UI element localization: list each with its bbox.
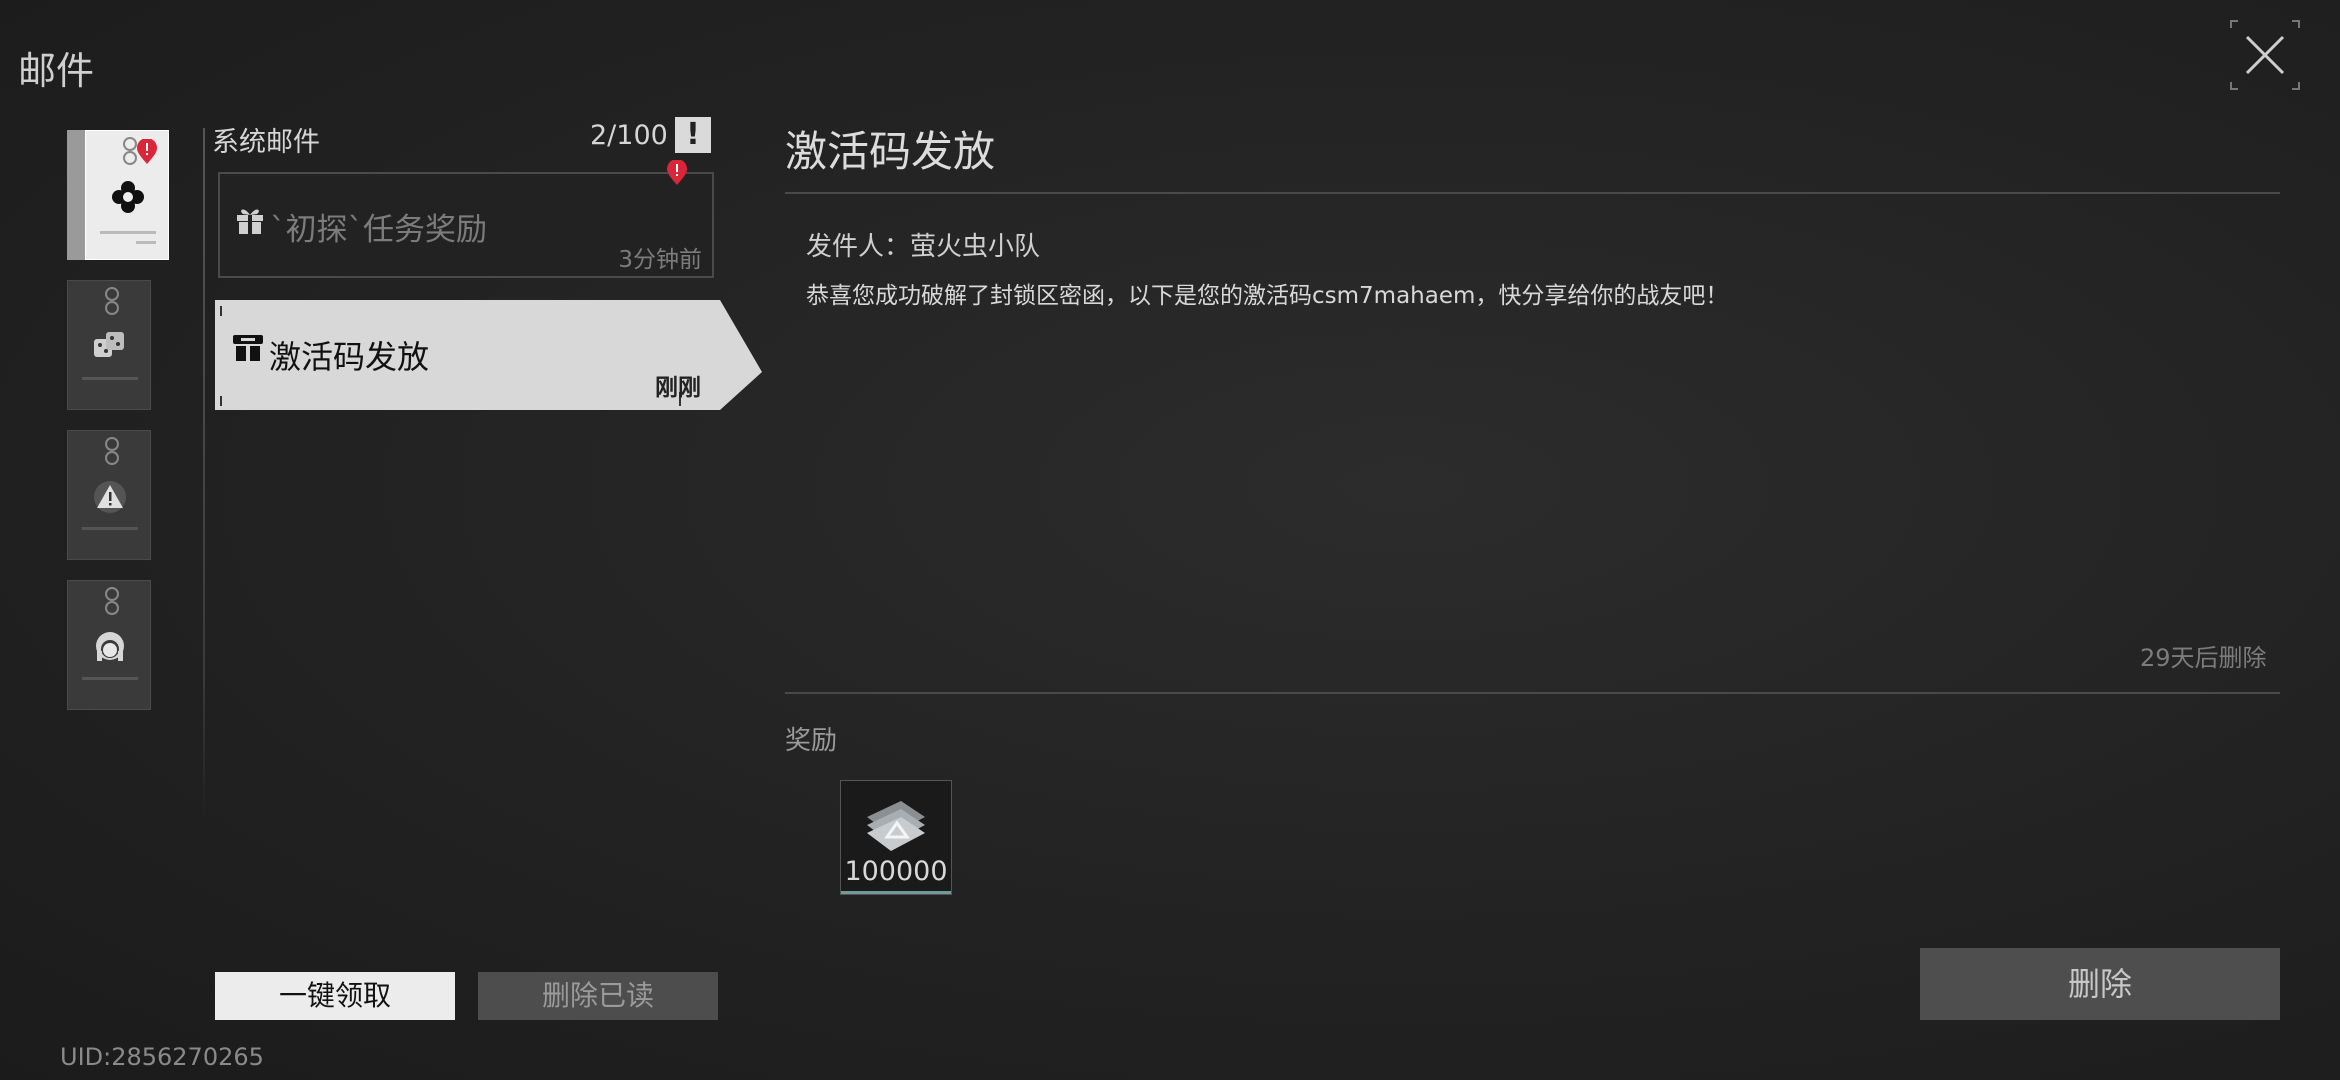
expire-notice: 29天后删除 <box>2140 644 2267 672</box>
delete-read-button[interactable]: 删除已读 <box>478 972 718 1020</box>
category-tab-4[interactable] <box>67 580 151 710</box>
claim-all-button[interactable]: 一键领取 <box>215 972 455 1020</box>
user-id: UID:2856270265 <box>60 1043 264 1071</box>
mail-subject: 激活码发放 <box>269 338 430 376</box>
category-tab-3[interactable] <box>67 430 151 560</box>
currency-stack-icon <box>867 801 925 851</box>
mail-list-header: 系统邮件 <box>212 127 320 158</box>
mail-time: 3分钟前 <box>618 247 702 273</box>
reward-quantity: 100000 <box>844 856 948 887</box>
reward-label: 奖励 <box>785 726 838 756</box>
mail-item[interactable]: `初探`任务奖励 3分钟前 <box>218 172 714 278</box>
reward-rarity-bar <box>841 891 951 894</box>
page-title: 邮件 <box>18 49 95 93</box>
close-button[interactable] <box>2230 20 2300 90</box>
delete-button[interactable]: 删除 <box>1920 948 2280 1020</box>
unread-badge-icon <box>667 160 687 185</box>
close-icon <box>2245 35 2285 75</box>
mail-subject: `初探`任务奖励 <box>270 212 487 248</box>
warning-icon <box>92 479 128 515</box>
mail-body: 恭喜您成功破解了封锁区密函，以下是您的激活码csm7mahaem，快分享给你的战… <box>806 283 1729 309</box>
girl-face-icon <box>92 629 128 665</box>
column-divider <box>203 128 205 818</box>
mail-sender: 发件人：萤火虫小队 <box>806 232 1041 262</box>
category-tab-2[interactable] <box>67 280 151 410</box>
dice-icon <box>92 329 128 365</box>
body-divider <box>785 692 2280 694</box>
new-badge-icon <box>137 139 157 164</box>
mail-count: 2/100 <box>590 120 668 151</box>
flower-icon <box>110 179 146 215</box>
gift-icon <box>237 209 263 234</box>
mail-time: 刚刚 <box>655 375 701 401</box>
giftbox-icon <box>233 335 263 361</box>
info-exclamation-icon[interactable]: ! <box>675 117 711 153</box>
mail-detail-title: 激活码发放 <box>785 127 996 176</box>
category-active-indicator <box>67 130 85 260</box>
reward-item[interactable]: 100000 <box>840 780 952 895</box>
mail-item-selected[interactable]: 激活码发放 刚刚 <box>215 300 765 410</box>
title-divider <box>785 192 2280 194</box>
category-tab-system[interactable] <box>85 130 169 260</box>
